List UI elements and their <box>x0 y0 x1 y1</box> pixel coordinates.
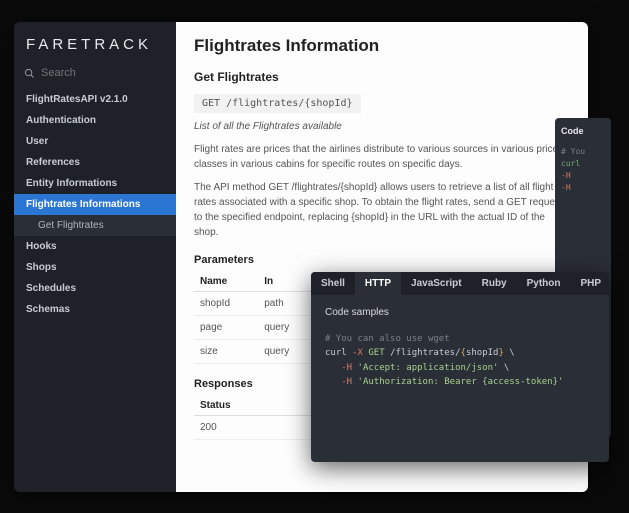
nav-entity-informations[interactable]: Entity Informations <box>14 173 176 194</box>
popup-body: Code samples # You can also use wget cur… <box>311 295 609 402</box>
code-popup: Shell HTTP JavaScript Ruby Python PHP Ja… <box>311 272 609 462</box>
logo: FARETRACK <box>14 22 176 63</box>
endpoint-code: GET /flightrates/{shopId} <box>194 94 361 113</box>
code-line-1: curl -X GET /flightrates/{shopId} \ <box>325 346 595 360</box>
back-panel-curl: curl <box>561 158 605 170</box>
tab-http[interactable]: HTTP <box>355 272 401 295</box>
tab-shell[interactable]: Shell <box>311 272 355 295</box>
back-panel-flag2: -H <box>561 182 605 194</box>
search-icon <box>24 68 35 79</box>
code-line-3: -H 'Authorization: Bearer {access-token}… <box>325 375 595 389</box>
nav-flightratesapi[interactable]: FlightRatesAPI v2.1.0 <box>14 89 176 110</box>
code-line-2: -H 'Accept: application/json' \ <box>325 361 595 375</box>
paragraph-1: Flight rates are prices that the airline… <box>194 142 570 172</box>
params-th-in: In <box>258 272 315 292</box>
nav-references[interactable]: References <box>14 152 176 173</box>
back-panel-title: Code <box>561 126 605 136</box>
nav-hooks[interactable]: Hooks <box>14 236 176 257</box>
parameters-heading: Parameters <box>194 254 570 266</box>
nav-shops[interactable]: Shops <box>14 257 176 278</box>
tab-javascript[interactable]: JavaScript <box>401 272 472 295</box>
code-tabs: Shell HTTP JavaScript Ruby Python PHP Ja… <box>311 272 609 295</box>
tab-python[interactable]: Python <box>517 272 571 295</box>
tab-php[interactable]: PHP <box>571 272 610 295</box>
page-title: Flightrates Information <box>194 36 570 56</box>
search-input[interactable] <box>41 67 166 79</box>
sidebar: FARETRACK FlightRatesAPI v2.1.0 Authenti… <box>14 22 176 492</box>
nav-schedules[interactable]: Schedules <box>14 278 176 299</box>
back-panel-comment: # You <box>561 146 605 158</box>
nav-schemas[interactable]: Schemas <box>14 299 176 320</box>
endpoint-desc: List of all the Flightrates available <box>194 121 570 132</box>
section-title: Get Flightrates <box>194 70 570 84</box>
code-comment: # You can also use wget <box>325 332 595 346</box>
nav: FlightRatesAPI v2.1.0 Authentication Use… <box>14 89 176 320</box>
nav-user[interactable]: User <box>14 131 176 152</box>
nav-flightrates-informations[interactable]: Flightrates Informations <box>14 194 176 215</box>
nav-sub-get-flightrates[interactable]: Get Flightrates <box>14 215 176 236</box>
nav-authentication[interactable]: Authentication <box>14 110 176 131</box>
params-th-name: Name <box>194 272 258 292</box>
tab-ruby[interactable]: Ruby <box>472 272 517 295</box>
search-box[interactable] <box>24 67 166 79</box>
back-panel-flag1: -H <box>561 170 605 182</box>
paragraph-2: The API method GET /flightrates/{shopId}… <box>194 180 570 240</box>
code-samples-title: Code samples <box>325 307 595 318</box>
code-block: # You can also use wget curl -X GET /fli… <box>325 332 595 390</box>
